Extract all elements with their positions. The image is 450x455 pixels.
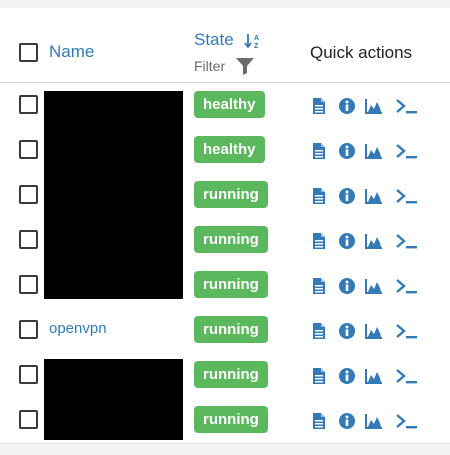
logs-icon[interactable]	[312, 142, 326, 165]
info-icon[interactable]	[338, 412, 356, 435]
info-icon[interactable]	[338, 322, 356, 345]
logs-icon[interactable]	[312, 97, 326, 120]
console-icon[interactable]	[396, 412, 418, 435]
row-checkbox[interactable]	[19, 275, 38, 294]
row-checkbox[interactable]	[19, 95, 38, 114]
state-badge: healthy	[194, 136, 265, 163]
stats-icon[interactable]	[365, 232, 383, 255]
info-icon[interactable]	[338, 187, 356, 210]
state-column-header[interactable]: State	[194, 30, 234, 50]
state-badge: running	[194, 226, 268, 253]
row-checkbox[interactable]	[19, 230, 38, 249]
row-checkbox[interactable]	[19, 365, 38, 384]
logs-icon[interactable]	[312, 232, 326, 255]
container-name-link[interactable]: openvpn	[49, 320, 107, 337]
logs-icon[interactable]	[312, 367, 326, 390]
info-icon[interactable]	[338, 232, 356, 255]
info-icon[interactable]	[338, 367, 356, 390]
state-badge: running	[194, 316, 268, 343]
table-row[interactable]: openvpn running	[0, 308, 450, 354]
console-icon[interactable]	[396, 367, 418, 390]
logs-icon[interactable]	[312, 187, 326, 210]
stats-icon[interactable]	[365, 142, 383, 165]
console-icon[interactable]	[396, 142, 418, 165]
logs-icon[interactable]	[312, 412, 326, 435]
redacted-names-block	[44, 91, 183, 299]
console-icon[interactable]	[396, 232, 418, 255]
console-icon[interactable]	[396, 277, 418, 300]
info-icon[interactable]	[338, 142, 356, 165]
info-icon[interactable]	[338, 97, 356, 120]
stats-icon[interactable]	[365, 187, 383, 210]
row-checkbox[interactable]	[19, 320, 38, 339]
filter-icon[interactable]	[235, 57, 255, 75]
state-badge: healthy	[194, 91, 265, 118]
redacted-names-block	[44, 359, 183, 440]
stats-icon[interactable]	[365, 277, 383, 300]
info-icon[interactable]	[338, 277, 356, 300]
console-icon[interactable]	[396, 322, 418, 345]
row-checkbox[interactable]	[19, 185, 38, 204]
logs-icon[interactable]	[312, 322, 326, 345]
state-filter-label[interactable]: Filter	[194, 58, 225, 74]
svg-text:A: A	[254, 35, 259, 42]
console-icon[interactable]	[396, 97, 418, 120]
console-icon[interactable]	[396, 187, 418, 210]
state-badge: running	[194, 181, 268, 208]
logs-icon[interactable]	[312, 277, 326, 300]
state-badge: running	[194, 406, 268, 433]
row-checkbox[interactable]	[19, 410, 38, 429]
stats-icon[interactable]	[365, 97, 383, 120]
stats-icon[interactable]	[365, 322, 383, 345]
row-checkbox[interactable]	[19, 140, 38, 159]
quick-actions-column-header: Quick actions	[310, 43, 413, 62]
name-column-header[interactable]: Name	[49, 42, 94, 62]
select-all-checkbox[interactable]	[19, 43, 38, 62]
state-badge: running	[194, 271, 268, 298]
stats-icon[interactable]	[365, 367, 383, 390]
sort-alpha-icon[interactable]: A Z	[244, 32, 262, 50]
svg-text:Z: Z	[254, 43, 259, 50]
state-badge: running	[194, 361, 268, 388]
stats-icon[interactable]	[365, 412, 383, 435]
table-header: Name State A Z Filter Quick actions	[0, 8, 450, 83]
